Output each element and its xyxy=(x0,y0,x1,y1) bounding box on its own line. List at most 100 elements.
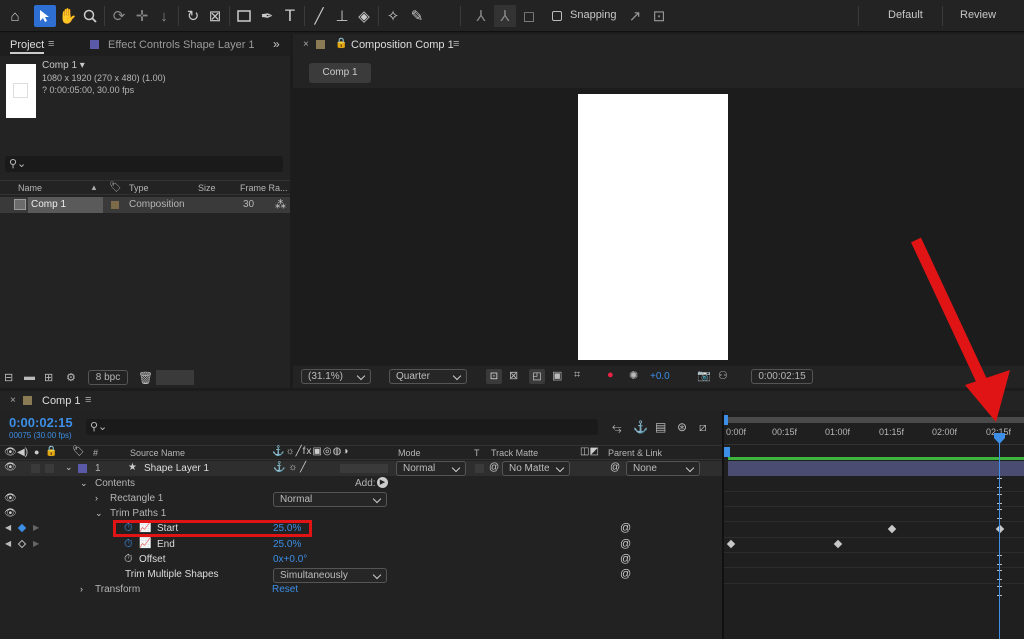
layer-row[interactable]: 👁 ⌄ 1 ★ Shape Layer 1 ⚓ ☼ ╱ Normal @ No … xyxy=(0,461,722,476)
brush-tool-icon[interactable]: ╱ xyxy=(308,5,330,27)
home-icon[interactable]: ⌂ xyxy=(4,5,26,27)
frame-blending-icon[interactable]: ⊛ xyxy=(677,420,687,434)
track-matte-dropdown[interactable]: No Matte xyxy=(502,461,570,476)
add-keyframe-icon[interactable] xyxy=(17,523,27,533)
trim-paths-label[interactable]: Trim Paths 1 xyxy=(110,508,166,519)
layer-duration-bar[interactable] xyxy=(728,461,1024,476)
lock-icon[interactable]: 🔒 xyxy=(45,446,57,457)
tab-composition[interactable]: Composition Comp 1 xyxy=(351,39,454,51)
add-menu-icon[interactable]: ▶ xyxy=(377,477,388,488)
trim-multiple-dropdown[interactable]: Simultaneously xyxy=(273,568,387,583)
zoom-tool-icon[interactable] xyxy=(79,5,101,27)
tab-project[interactable]: Project xyxy=(10,39,45,54)
reset-link[interactable]: Reset xyxy=(272,584,298,595)
layer-name[interactable]: Shape Layer 1 xyxy=(144,463,209,474)
layer-label-color[interactable] xyxy=(78,464,87,473)
column-frame-rate[interactable]: Frame Ra... xyxy=(240,183,288,193)
twirl-down-icon[interactable]: ⌄ xyxy=(95,508,103,519)
layer-switch-boxes[interactable] xyxy=(340,464,388,473)
end-value[interactable]: 25.0% xyxy=(273,539,301,550)
keyframe[interactable] xyxy=(833,539,843,549)
column-source-name[interactable]: Source Name xyxy=(130,448,185,458)
exposure-value[interactable]: +0.0 xyxy=(650,371,670,382)
world-axis-icon[interactable]: ⅄ xyxy=(494,5,516,27)
mask-visibility-icon[interactable]: ◰ xyxy=(529,369,545,384)
selection-tool-icon[interactable] xyxy=(34,5,56,27)
close-tab-icon[interactable]: × xyxy=(303,39,309,50)
comp-breadcrumb-chip[interactable]: Comp 1 xyxy=(309,63,371,83)
stopwatch-icon[interactable]: ⏱ xyxy=(124,553,133,566)
label-color-swatch[interactable] xyxy=(111,201,119,209)
align-axis-icon[interactable]: ⅄ xyxy=(470,5,492,27)
show-snapshot-icon[interactable]: ⚇ xyxy=(718,369,728,382)
hide-shy-layers-icon[interactable]: ▤ xyxy=(655,420,666,434)
playhead-line[interactable] xyxy=(999,441,1000,639)
keyframe[interactable] xyxy=(995,524,1005,534)
type-tool-icon[interactable]: T xyxy=(279,5,301,27)
matte-pickwhip-icon[interactable]: @ xyxy=(489,462,499,473)
snap-edges-icon[interactable]: ↗ xyxy=(624,5,646,27)
label-tag-icon[interactable]: 🏷 xyxy=(72,446,85,457)
comp-canvas[interactable] xyxy=(578,94,728,360)
zoom-dropdown[interactable]: (31.1%) xyxy=(301,369,371,384)
keyframe[interactable] xyxy=(887,524,897,534)
hand-tool-icon[interactable]: ✋ xyxy=(57,5,79,27)
prev-keyframe-icon[interactable]: ◀ xyxy=(5,523,11,532)
dolly-camera-icon[interactable]: ↓ xyxy=(153,5,175,27)
snapshot-camera-icon[interactable]: 📷 xyxy=(697,369,711,382)
offset-value[interactable]: 0x+0.0° xyxy=(273,554,307,565)
draft-3d-icon[interactable]: ⚓ xyxy=(633,420,648,434)
eye-icon[interactable]: 👁 xyxy=(4,493,17,504)
audio-icon[interactable]: ◀) xyxy=(17,447,28,458)
transparency-grid-icon[interactable]: ⊠ xyxy=(509,369,518,382)
view-axis-icon[interactable]: ◻ xyxy=(518,5,540,27)
rotation-tool-icon[interactable]: ↻ xyxy=(182,5,204,27)
interpret-footage-icon[interactable]: ⊟ xyxy=(4,371,13,384)
work-area-start-handle[interactable] xyxy=(724,415,728,425)
timeline-track-area[interactable]: 0:00f 00:15f 01:00f 01:15f 02:00f 02:15f xyxy=(724,411,1024,639)
chevron-down-icon[interactable]: ▾ xyxy=(77,60,85,71)
panel-menu-icon[interactable]: ≡ xyxy=(453,38,459,50)
clone-stamp-tool-icon[interactable]: ⊥ xyxy=(331,5,353,27)
new-folder-icon[interactable]: ▬ xyxy=(24,371,35,383)
panel-overflow-icon[interactable]: » xyxy=(273,37,280,51)
graph-icon[interactable]: 📈 xyxy=(139,538,151,549)
current-time-display[interactable]: 0:00:02:15 xyxy=(9,415,73,430)
parent-dropdown[interactable]: None xyxy=(626,461,700,476)
tab-effect-controls[interactable]: Effect Controls Shape Layer 1 xyxy=(108,39,255,51)
twirl-right-icon[interactable]: › xyxy=(95,493,98,503)
trash-icon[interactable]: 🗑 xyxy=(138,371,153,385)
roto-brush-tool-icon[interactable]: ✧ xyxy=(382,5,404,27)
layer-switches[interactable]: ⚓ ☼ ╱ xyxy=(273,462,306,473)
resolution-dropdown[interactable]: Quarter xyxy=(389,369,467,384)
project-list-item[interactable]: Comp 1 Composition 30 ⁂ xyxy=(0,197,290,213)
column-mode[interactable]: Mode xyxy=(398,448,421,458)
add-keyframe-icon[interactable] xyxy=(17,539,27,549)
panel-menu-icon[interactable]: ≡ xyxy=(85,394,91,406)
orbit-camera-icon[interactable]: ⟳ xyxy=(108,5,130,27)
workspace-review[interactable]: Review xyxy=(960,9,996,21)
layer-mode-dropdown[interactable]: Normal xyxy=(396,461,466,476)
color-management-icon[interactable]: ✺ xyxy=(629,369,638,382)
graph-editor-icon[interactable]: ⧄ xyxy=(699,420,707,435)
stopwatch-icon[interactable]: ⏱ xyxy=(124,538,133,551)
column-name[interactable]: Name xyxy=(18,183,42,193)
preserve-transparency-box[interactable] xyxy=(475,464,484,473)
thumbnail-transparency-swatch[interactable] xyxy=(156,370,194,385)
project-settings-icon[interactable]: ⚙ xyxy=(66,371,76,384)
parent-pickwhip-icon[interactable]: @ xyxy=(610,462,620,473)
eye-icon[interactable]: 👁 xyxy=(4,462,17,473)
sort-ascending-icon[interactable]: ▲ xyxy=(90,183,98,192)
expression-pickwhip-icon[interactable]: @ xyxy=(620,522,631,534)
flowchart-icon[interactable]: ⁂ xyxy=(275,198,286,211)
prev-keyframe-icon[interactable]: ◀ xyxy=(5,539,11,548)
viewer-timecode[interactable]: 0:00:02:15 xyxy=(751,369,813,384)
keyframe[interactable] xyxy=(726,539,736,549)
next-keyframe-icon[interactable]: ▶ xyxy=(33,539,39,548)
solo-box[interactable] xyxy=(31,464,40,473)
snap-features-icon[interactable]: ⊡ xyxy=(648,5,670,27)
video-visibility-icon[interactable]: 👁 xyxy=(4,447,17,458)
project-search-input[interactable]: ⚲⌄ xyxy=(5,156,283,172)
puppet-pin-tool-icon[interactable]: ✎ xyxy=(406,5,428,27)
close-tab-icon[interactable]: × xyxy=(10,395,16,406)
